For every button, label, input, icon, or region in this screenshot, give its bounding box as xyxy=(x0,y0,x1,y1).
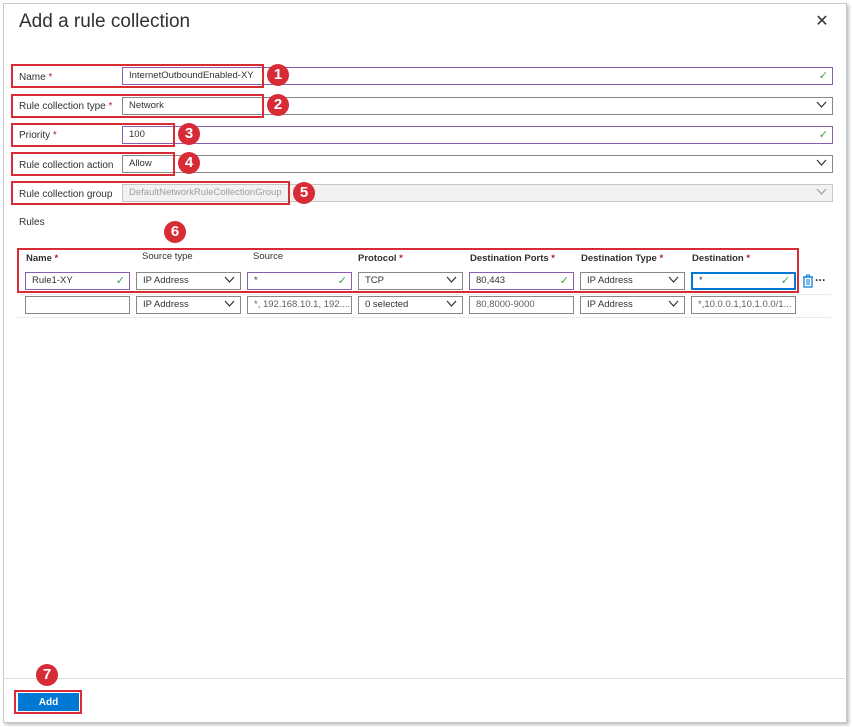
chevron-down-icon xyxy=(668,273,679,288)
rule-name-input[interactable] xyxy=(25,296,130,314)
valid-check-icon: ✓ xyxy=(818,70,828,82)
rules-label: Rules xyxy=(19,217,45,228)
highlight-box xyxy=(11,64,264,88)
chevron-down-icon xyxy=(668,297,679,312)
step-badge: 7 xyxy=(36,664,58,686)
add-button[interactable]: Add xyxy=(18,693,79,711)
col-header-dest-type: Destination Type * xyxy=(581,253,664,264)
col-header-name: Name * xyxy=(26,253,59,264)
col-header-dest-ports: Destination Ports * xyxy=(470,253,555,264)
protocol-select[interactable]: TCP xyxy=(358,272,463,290)
row-divider xyxy=(17,294,831,295)
source-type-select[interactable]: IP Address xyxy=(136,272,241,290)
chevron-down-icon xyxy=(816,98,827,113)
highlight-box xyxy=(11,123,175,147)
row-divider xyxy=(17,317,831,318)
delete-icon[interactable] xyxy=(802,274,814,288)
priority-input[interactable]: 100 ✓ xyxy=(122,126,833,144)
source-input[interactable]: * ✓ xyxy=(247,272,352,290)
dest-type-select[interactable]: IP Address xyxy=(580,272,685,290)
col-header-protocol: Protocol * xyxy=(358,253,403,264)
chevron-down-icon xyxy=(224,297,235,312)
col-header-source-type: Source type xyxy=(142,251,193,262)
step-badge: 6 xyxy=(164,221,186,243)
valid-check-icon: ✓ xyxy=(818,129,828,141)
chevron-down-icon xyxy=(446,297,457,312)
dialog-title: Add a rule collection xyxy=(19,11,191,32)
destination-input[interactable]: * ✓ xyxy=(691,272,796,290)
valid-check-icon: ✓ xyxy=(337,275,347,287)
valid-check-icon: ✓ xyxy=(559,275,569,287)
dest-ports-input[interactable]: 80,443 ✓ xyxy=(469,272,574,290)
highlight-box xyxy=(11,152,175,176)
rule-name-input[interactable]: Rule1-XY ✓ xyxy=(25,272,130,290)
dest-ports-input[interactable]: 80,8000-9000 xyxy=(469,296,574,314)
step-badge: 3 xyxy=(178,123,200,145)
highlight-box xyxy=(11,181,290,205)
chevron-down-icon xyxy=(816,185,827,200)
step-badge: 1 xyxy=(267,64,289,86)
chevron-down-icon xyxy=(816,156,827,171)
col-header-destination: Destination * xyxy=(692,253,751,264)
chevron-down-icon xyxy=(224,273,235,288)
step-badge: 5 xyxy=(293,182,315,204)
chevron-down-icon xyxy=(446,273,457,288)
destination-input[interactable]: *,10.0.0.1,10.1.0.0/1... xyxy=(691,296,796,314)
step-badge: 2 xyxy=(267,94,289,116)
protocol-select[interactable]: 0 selected xyxy=(358,296,463,314)
more-options-icon[interactable]: ··· xyxy=(815,273,826,287)
source-type-select[interactable]: IP Address xyxy=(136,296,241,314)
source-input[interactable]: *, 192.168.10.1, 192.... xyxy=(247,296,352,314)
valid-check-icon: ✓ xyxy=(115,275,125,287)
action-select[interactable]: Allow xyxy=(122,155,833,173)
col-header-source: Source xyxy=(253,251,284,262)
close-icon[interactable]: ✕ xyxy=(813,13,831,31)
step-badge: 4 xyxy=(178,152,200,174)
valid-check-icon: ✓ xyxy=(780,275,790,287)
footer-divider xyxy=(3,678,845,679)
dest-type-select[interactable]: IP Address xyxy=(580,296,685,314)
highlight-box xyxy=(11,94,264,118)
